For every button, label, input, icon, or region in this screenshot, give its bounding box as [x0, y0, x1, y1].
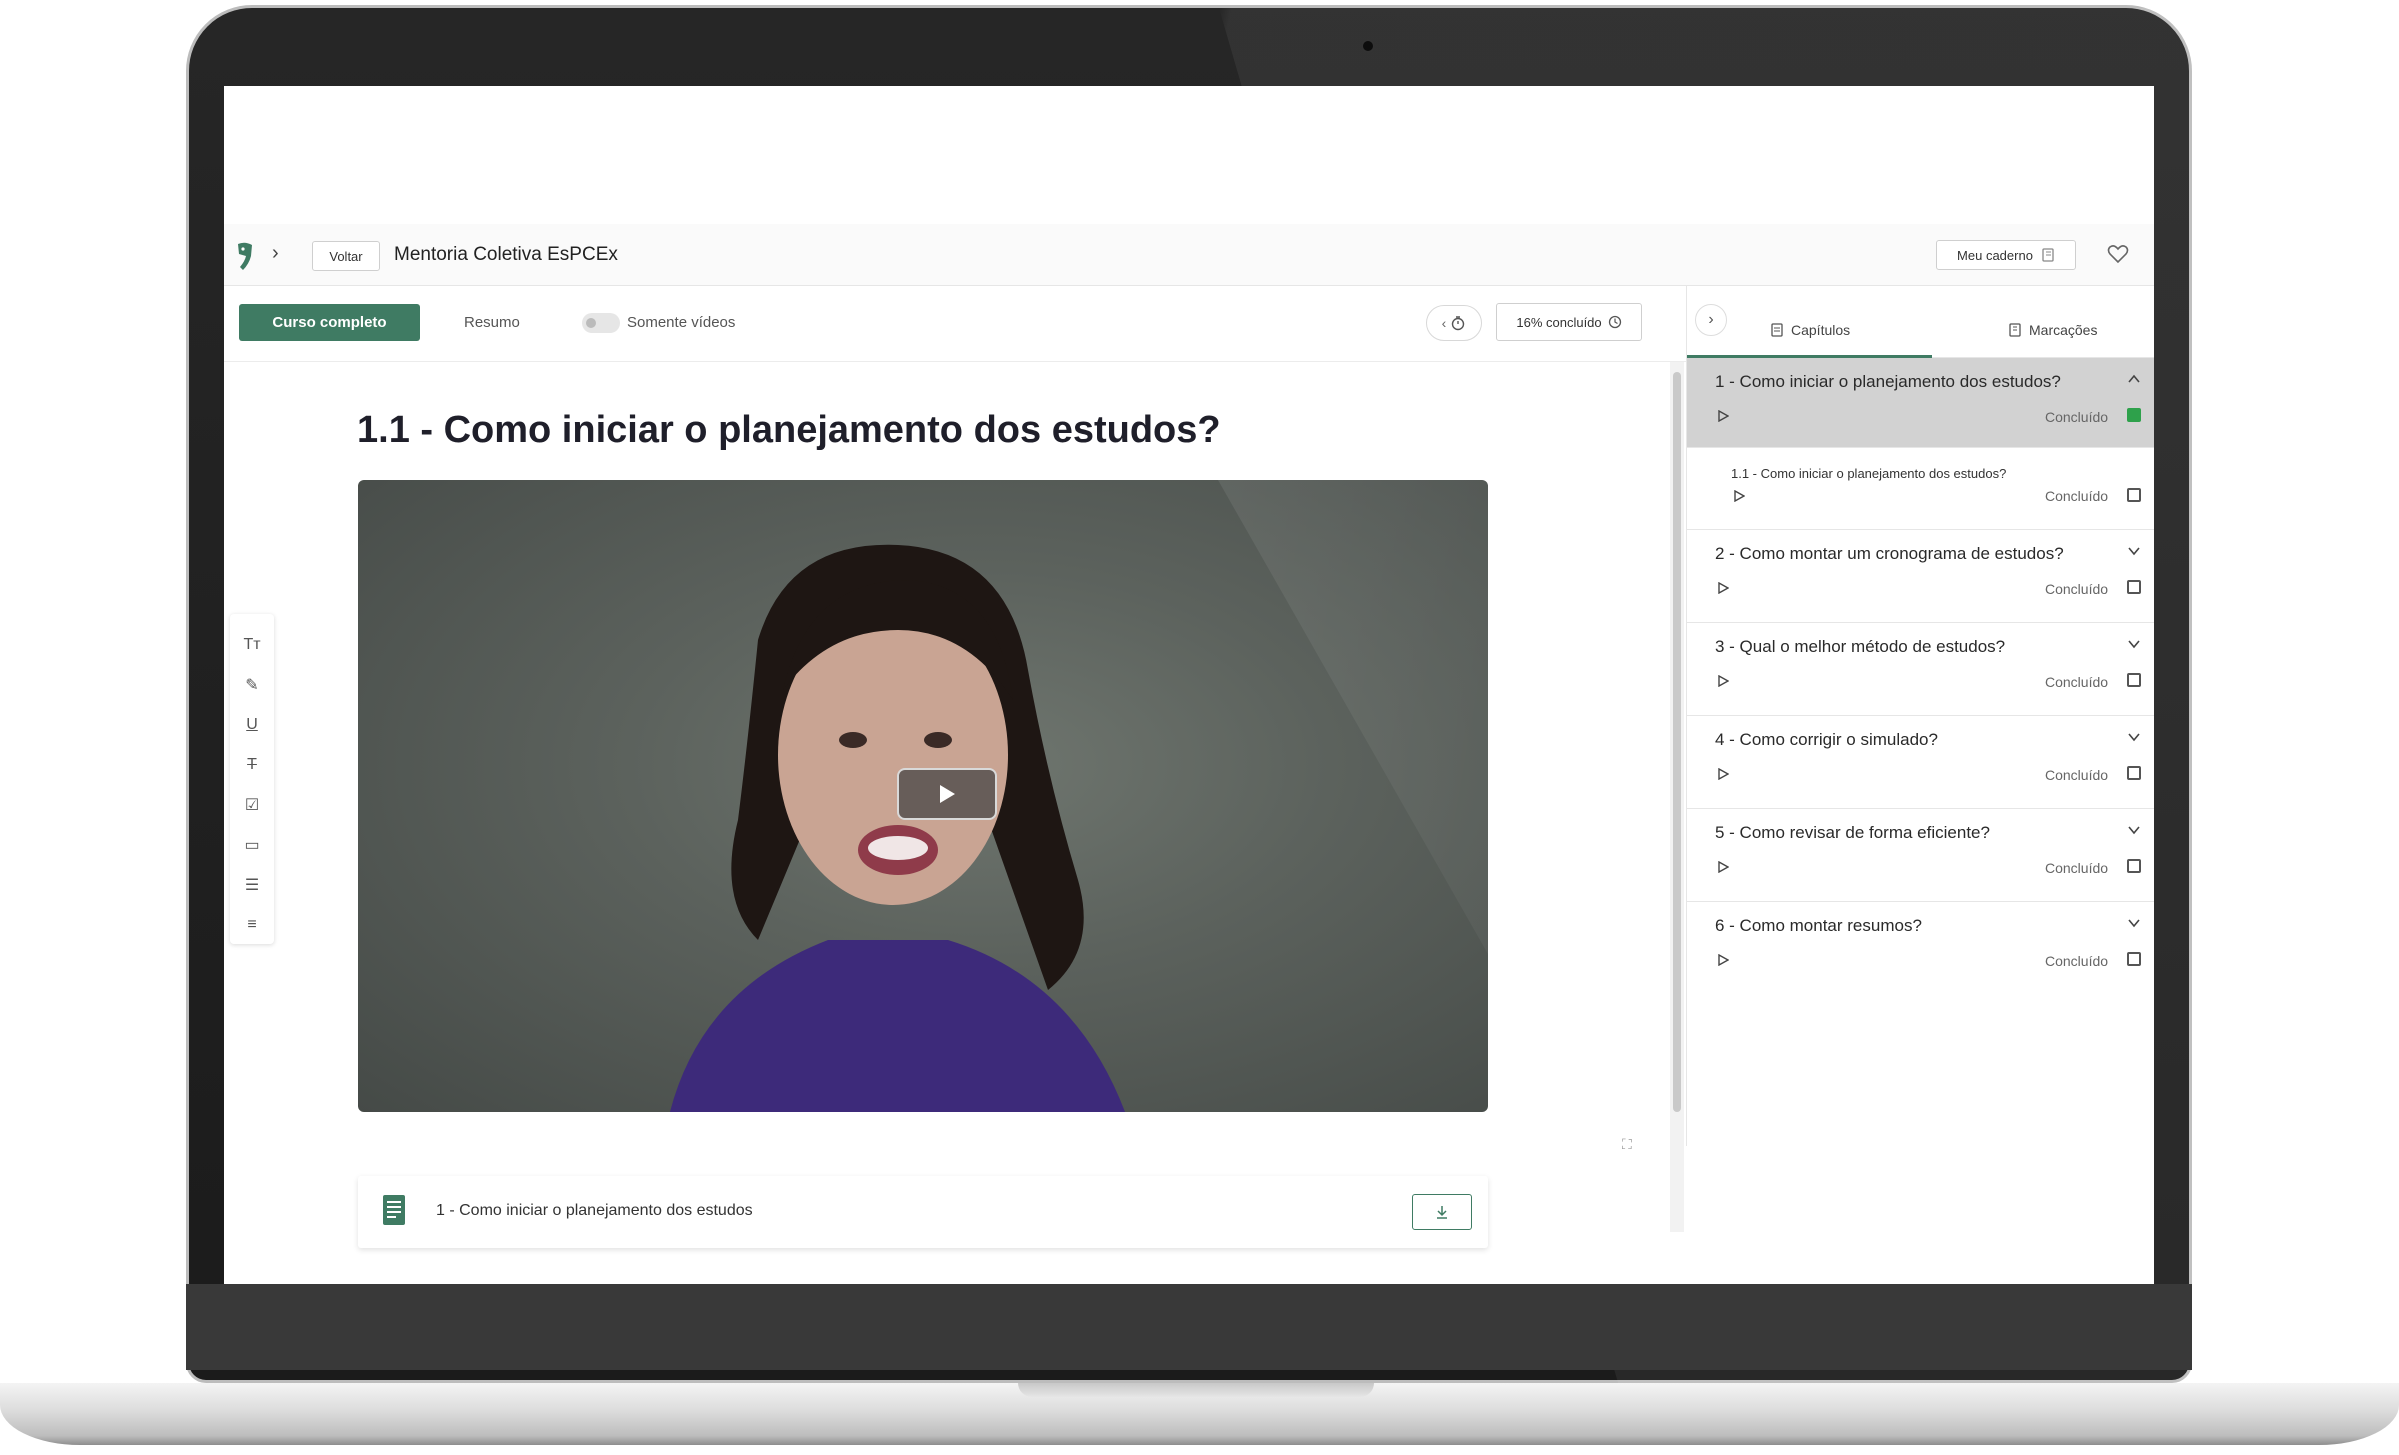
chevron-down-icon[interactable] — [2127, 544, 2141, 558]
laptop-frame: › Voltar Mentoria Coletiva EsPCEx Meu ca… — [0, 0, 2399, 1455]
attachment-label: 1 - Como iniciar o planejamento dos estu… — [436, 1202, 753, 1219]
document-icon — [383, 1195, 405, 1225]
content-toolbar: Curso completo Resumo Somente vídeos ‹ 1… — [224, 286, 1686, 362]
download-button[interactable] — [1412, 1194, 1472, 1230]
chevron-left-icon: ‹ — [1441, 315, 1447, 331]
done-label: Concluído — [2045, 674, 2109, 690]
play-icon[interactable] — [1717, 410, 1729, 422]
play-icon[interactable] — [1717, 675, 1729, 687]
done-label: Concluído — [2045, 767, 2109, 783]
chevron-down-icon[interactable] — [2127, 730, 2141, 744]
videos-only-toggle[interactable] — [582, 313, 620, 333]
done-label: Concluído — [2045, 488, 2109, 504]
download-icon — [1437, 1206, 1447, 1219]
done-checkbox[interactable] — [2127, 859, 2141, 873]
text-size-icon[interactable]: Tт — [241, 634, 263, 656]
done-checkbox[interactable] — [2127, 408, 2141, 422]
note-icon[interactable]: ☑ — [241, 794, 263, 816]
play-button[interactable] — [897, 768, 997, 820]
tab-bookmarks-label: Marcações — [2029, 322, 2098, 338]
bookmark-icon — [2009, 323, 2021, 337]
done-label: Concluído — [2045, 409, 2109, 425]
tab-bookmarks[interactable]: Marcações — [2009, 322, 2097, 338]
course-title: Mentoria Coletiva EsPCEx — [394, 244, 618, 265]
timer-button[interactable]: ‹ — [1426, 305, 1482, 341]
play-icon[interactable] — [1717, 768, 1729, 780]
video-player[interactable] — [358, 480, 1488, 1112]
chevron-up-icon[interactable] — [2127, 372, 2141, 386]
chapter-title: 4 - Como corrigir o simulado? — [1715, 730, 1938, 749]
notebook-label: Meu caderno — [1957, 247, 2033, 263]
done-checkbox[interactable] — [2127, 580, 2141, 594]
videos-only-label: Somente vídeos — [627, 314, 736, 331]
chevron-down-icon[interactable] — [2127, 916, 2141, 930]
tab-summary[interactable]: Resumo — [464, 314, 520, 331]
done-checkbox[interactable] — [2127, 673, 2141, 687]
chapter-title: 1 - Como iniciar o planejamento dos estu… — [1715, 372, 2061, 391]
content-scrollbar[interactable] — [1670, 362, 1684, 1232]
chapters-panel: › Capítulos Marcações 1 - Como iniciar o… — [1686, 286, 2154, 1146]
chapter-title: 5 - Como revisar de forma eficiente? — [1715, 823, 1990, 842]
chapter-item-2[interactable]: 2 - Como montar um cronograma de estudos… — [1687, 530, 2154, 623]
play-icon[interactable] — [1717, 954, 1729, 966]
notebook-button[interactable]: Meu caderno — [1936, 240, 2076, 270]
highlighter-icon[interactable]: ✎ — [241, 674, 263, 696]
progress-label: 16% concluído — [1516, 314, 1602, 330]
camera-icon — [1361, 39, 1375, 53]
video-thumbnail — [670, 544, 1125, 1112]
notebook-icon — [2042, 248, 2054, 262]
expand-icon[interactable]: ⛶ — [1622, 1136, 1646, 1152]
stopwatch-icon — [1452, 316, 1465, 331]
chevron-down-icon[interactable] — [2127, 823, 2141, 837]
clock-icon — [1608, 315, 1621, 329]
attachment-card[interactable]: 1 - Como iniciar o planejamento dos estu… — [358, 1176, 1488, 1248]
chapter-item-5[interactable]: 5 - Como revisar de forma eficiente? Con… — [1687, 809, 2154, 902]
chapter-item-6[interactable]: 6 - Como montar resumos? Concluído — [1687, 902, 2154, 995]
play-icon[interactable] — [1717, 582, 1729, 594]
tab-chapters[interactable]: Capítulos — [1771, 322, 1850, 338]
done-label: Concluído — [2045, 581, 2109, 597]
comment-icon[interactable]: ▭ — [241, 834, 263, 856]
heart-icon[interactable] — [2106, 242, 2130, 266]
brand-logo-icon[interactable] — [236, 242, 254, 272]
chapter-item-4[interactable]: 4 - Como corrigir o simulado? Concluído — [1687, 716, 2154, 809]
text-tools: Tт ✎ U T ☑ ▭ ☰ ≡ — [230, 614, 274, 944]
play-icon[interactable] — [1733, 490, 1745, 502]
strikethrough-icon[interactable]: T — [241, 754, 263, 776]
list-icon[interactable]: ≡ — [241, 914, 263, 936]
chevron-right-icon[interactable]: › — [272, 242, 279, 265]
chapters-icon — [1771, 323, 1783, 337]
laptop-chin — [186, 1284, 2192, 1370]
back-button[interactable]: Voltar — [312, 241, 380, 271]
chapter-title: 2 - Como montar um cronograma de estudos… — [1715, 544, 2064, 563]
underline-icon[interactable]: U — [241, 714, 263, 736]
lesson-title: 1.1 - Como iniciar o planejamento dos es… — [357, 409, 1221, 451]
done-label: Concluído — [2045, 953, 2109, 969]
done-checkbox[interactable] — [2127, 488, 2141, 502]
screen: › Voltar Mentoria Coletiva EsPCEx Meu ca… — [224, 86, 2154, 1284]
indent-icon[interactable]: ☰ — [241, 874, 263, 896]
scrollbar-thumb[interactable] — [1673, 372, 1681, 1112]
done-label: Concluído — [2045, 860, 2109, 876]
app-header: › Voltar Mentoria Coletiva EsPCEx Meu ca… — [224, 224, 2154, 286]
laptop-notch — [1018, 1383, 1374, 1397]
tab-chapters-label: Capítulos — [1791, 322, 1851, 338]
progress-button[interactable]: 16% concluído — [1496, 303, 1642, 341]
chapter-title: 6 - Como montar resumos? — [1715, 916, 1922, 935]
done-checkbox[interactable] — [2127, 766, 2141, 780]
chapter-item-1[interactable]: 1 - Como iniciar o planejamento dos estu… — [1687, 358, 2154, 448]
collapse-panel-button[interactable]: › — [1695, 304, 1727, 336]
chapter-item-3[interactable]: 3 - Qual o melhor método de estudos? Con… — [1687, 623, 2154, 716]
subchapter-item-1-1[interactable]: 1.1 - Como iniciar o planejamento dos es… — [1687, 448, 2154, 530]
play-icon[interactable] — [1717, 861, 1729, 873]
chevron-down-icon[interactable] — [2127, 637, 2141, 651]
done-checkbox[interactable] — [2127, 952, 2141, 966]
play-icon — [940, 785, 955, 803]
subchapter-title: 1.1 - Como iniciar o planejamento dos es… — [1731, 466, 2007, 481]
tab-full-course[interactable]: Curso completo — [239, 304, 420, 341]
chapter-title: 3 - Qual o melhor método de estudos? — [1715, 637, 2006, 656]
